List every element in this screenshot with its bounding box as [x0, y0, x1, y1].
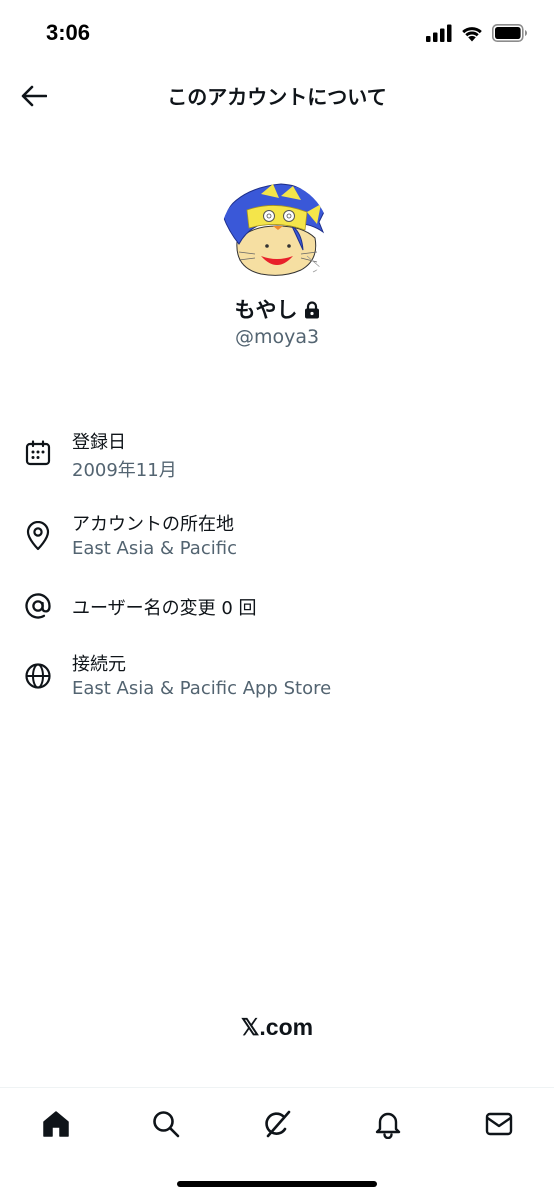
notifications-icon	[375, 1112, 401, 1139]
lock-icon	[304, 300, 320, 324]
header: このアカウントについて	[0, 66, 554, 124]
profile-name: もやし	[0, 294, 554, 324]
profile-name-text: もやし	[234, 298, 298, 322]
location-value: East Asia & Pacific	[72, 538, 237, 559]
tab-home[interactable]	[34, 1102, 78, 1146]
tab-messages[interactable]	[477, 1102, 521, 1146]
username-changes-label: ユーザー名の変更 0 回	[72, 598, 257, 619]
calendar-icon	[22, 437, 54, 469]
profile-handle: @moya3	[234, 326, 320, 348]
page-title: このアカウントについて	[167, 85, 387, 109]
messages-icon	[485, 1112, 513, 1136]
screen: 3:06 このアカウントについて もやし @moya3 登録日 2009年11月…	[0, 0, 554, 1200]
home-icon	[43, 1111, 69, 1137]
status-time: 3:06	[46, 20, 91, 45]
joined-label: 登録日	[72, 432, 126, 453]
location-pin-icon	[22, 520, 54, 552]
search-icon	[153, 1111, 180, 1138]
connected-via-label: 接続元	[72, 654, 126, 675]
x-com-link[interactable]: 𝕏.com	[0, 1014, 554, 1041]
at-sign-icon	[22, 590, 54, 622]
battery-icon	[492, 24, 527, 42]
tab-grok[interactable]	[255, 1102, 299, 1146]
grok-icon	[265, 1110, 291, 1138]
info-location: アカウントの所在地 East Asia & Pacific	[0, 506, 554, 564]
home-indicator[interactable]	[177, 1181, 377, 1187]
status-icons	[426, 24, 528, 42]
avatar[interactable]	[221, 182, 329, 290]
info-username-changes: ユーザー名の変更 0 回	[0, 588, 554, 624]
wifi-icon	[462, 27, 482, 42]
avatar-image	[221, 182, 329, 290]
status-bar: 3:06	[0, 0, 554, 66]
location-label: アカウントの所在地	[72, 514, 234, 535]
tab-notifications[interactable]	[366, 1102, 410, 1146]
globe-icon	[22, 660, 54, 692]
info-joined: 登録日 2009年11月	[0, 424, 554, 482]
signal-icon	[426, 24, 452, 42]
info-connected-via: 接続元 East Asia & Pacific App Store	[0, 646, 554, 704]
connected-via-value: East Asia & Pacific App Store	[72, 678, 332, 699]
joined-value: 2009年11月	[72, 460, 177, 481]
tab-search[interactable]	[144, 1102, 188, 1146]
